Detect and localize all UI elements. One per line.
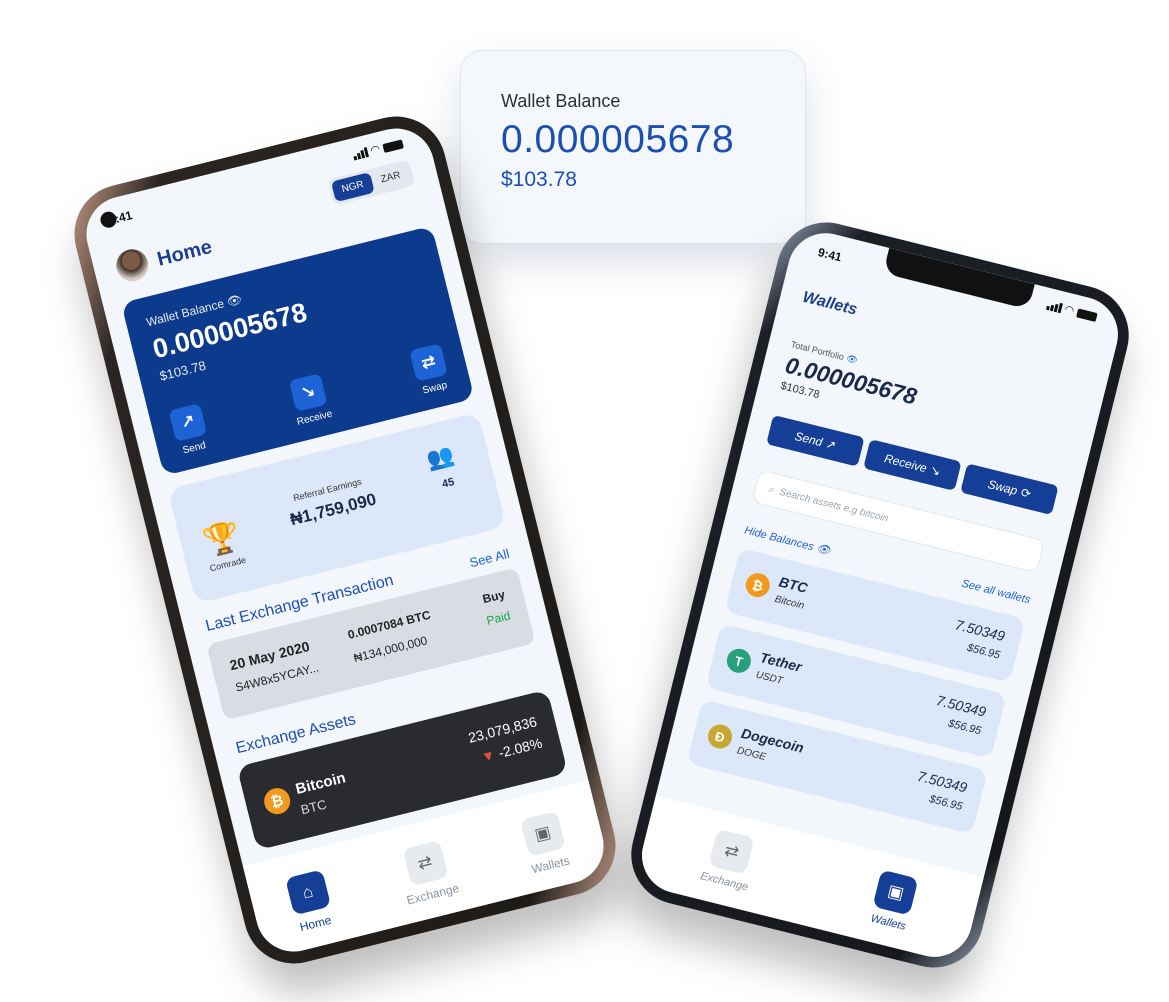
bitcoin-icon: ₿ [743, 570, 773, 600]
see-all-wallets-link[interactable]: See all wallets [960, 578, 1031, 608]
tab-wallets-label: Wallets [530, 853, 572, 877]
floating-balance-amount: 0.000005678 [501, 118, 735, 161]
eye-icon[interactable]: 👁 [845, 353, 859, 365]
send-button[interactable]: Send ↗ [766, 414, 865, 467]
tab-exchange-label: Exchange [699, 870, 750, 894]
tab-wallets[interactable]: ▣ Wallets [868, 869, 919, 934]
wallet-amount: 7.50349 [953, 616, 1007, 645]
tab-exchange[interactable]: ⇄ Exchange [699, 827, 760, 894]
wallets-screen: 9:41 ◠ Wallets Total Portfolio 👁 0.00000… [634, 225, 1126, 965]
search-icon: ⌕ [767, 483, 776, 496]
arrow-down-right-icon: ↘ [288, 373, 328, 412]
search-placeholder: Search assets e.g bitcoin [778, 486, 890, 525]
floating-balance-fiat: $103.78 [501, 168, 577, 191]
wallet-icon: ▣ [519, 810, 566, 857]
status-time: 9:41 [816, 245, 844, 265]
wallet-fiat: $56.95 [946, 717, 983, 738]
bitcoin-icon: ₿ [261, 785, 293, 817]
receive-button[interactable]: Receive ↘ [863, 439, 962, 491]
signal-icon [352, 147, 369, 161]
people-icon: 👥 [423, 441, 457, 473]
home-screen: 9:41 ◠ Home NGR ZAR Wallet Balance 👁 0.0… [78, 120, 612, 960]
tab-home-label: Home [298, 912, 333, 935]
asset-symbol: BTC [299, 796, 329, 818]
currency-option-ngr[interactable]: NGR [330, 172, 375, 203]
receive-label: Receive [295, 408, 334, 428]
arrow-up-right-icon: ↗ [168, 403, 208, 442]
wallets-body: Wallets Total Portfolio 👁 0.000005678 $1… [665, 283, 1111, 839]
wallet-amount: 7.50349 [934, 692, 988, 720]
swap-button[interactable]: Swap ⟳ [960, 463, 1059, 516]
eye-icon: 👁 [814, 542, 832, 558]
eye-icon[interactable]: 👁 [225, 292, 243, 309]
wifi-icon: ◠ [1063, 303, 1075, 318]
referral-count: 45 [440, 476, 456, 491]
transaction-status: Paid [485, 608, 512, 628]
see-all-link[interactable]: See All [468, 546, 511, 570]
wallets-phone-mockup: 9:41 ◠ Wallets Total Portfolio 👁 0.00000… [620, 211, 1140, 979]
floating-balance-card: Wallet Balance 0.000005678 $103.78 [460, 50, 806, 244]
battery-icon [382, 138, 404, 153]
currency-option-zar[interactable]: ZAR [370, 163, 412, 193]
signal-icon [1045, 300, 1063, 314]
battery-icon [1076, 307, 1098, 322]
tab-exchange[interactable]: ⇄ Exchange [395, 838, 461, 908]
tab-wallets[interactable]: ▣ Wallets [519, 810, 572, 877]
swap-label: Swap [421, 379, 449, 397]
swap-icon: ⟳ [1019, 485, 1033, 502]
wallet-subtitle: Bitcoin [773, 593, 806, 612]
status-icons: ◠ [352, 138, 404, 161]
wallet-name: BTC [777, 573, 810, 596]
trophy-icon: 🏆 [199, 518, 244, 560]
tab-wallets-label: Wallets [869, 912, 908, 933]
send-label: Send [181, 440, 207, 457]
avatar[interactable] [112, 245, 152, 285]
page-title: Home [155, 235, 215, 271]
tab-exchange-label: Exchange [405, 881, 461, 908]
receive-button[interactable]: ↘ Receive [287, 373, 334, 428]
exchange-icon: ⇄ [402, 840, 449, 887]
asset-name: Bitcoin [293, 769, 348, 799]
arrow-up-right-icon: ↗ [824, 436, 838, 453]
wifi-icon: ◠ [369, 143, 381, 157]
tether-icon: T [724, 646, 754, 676]
dogecoin-icon: Ð [705, 721, 735, 752]
wallet-icon: ▣ [872, 869, 919, 916]
wallet-fiat: $56.95 [928, 793, 964, 813]
swap-button[interactable]: ⇄ Swap [409, 343, 452, 397]
wallet-amount: 7.50349 [915, 767, 969, 796]
status-icons: ◠ [1045, 300, 1098, 322]
exchange-icon: ⇄ [708, 828, 755, 875]
home-icon: ⌂ [284, 869, 331, 916]
wallet-fiat: $56.95 [965, 641, 1002, 662]
send-button[interactable]: ↗ Send [168, 403, 212, 457]
wallet-subtitle: DOGE [735, 745, 768, 764]
down-triangle-icon: ▼ [479, 746, 497, 766]
transaction-type: Buy [481, 587, 507, 607]
floating-balance-label: Wallet Balance [501, 91, 621, 111]
swap-arrows-icon: ⇄ [409, 343, 448, 382]
wallet-subtitle: USDT [754, 669, 784, 687]
arrow-down-right-icon: ↘ [928, 462, 942, 479]
tab-home[interactable]: ⌂ Home [284, 869, 336, 935]
